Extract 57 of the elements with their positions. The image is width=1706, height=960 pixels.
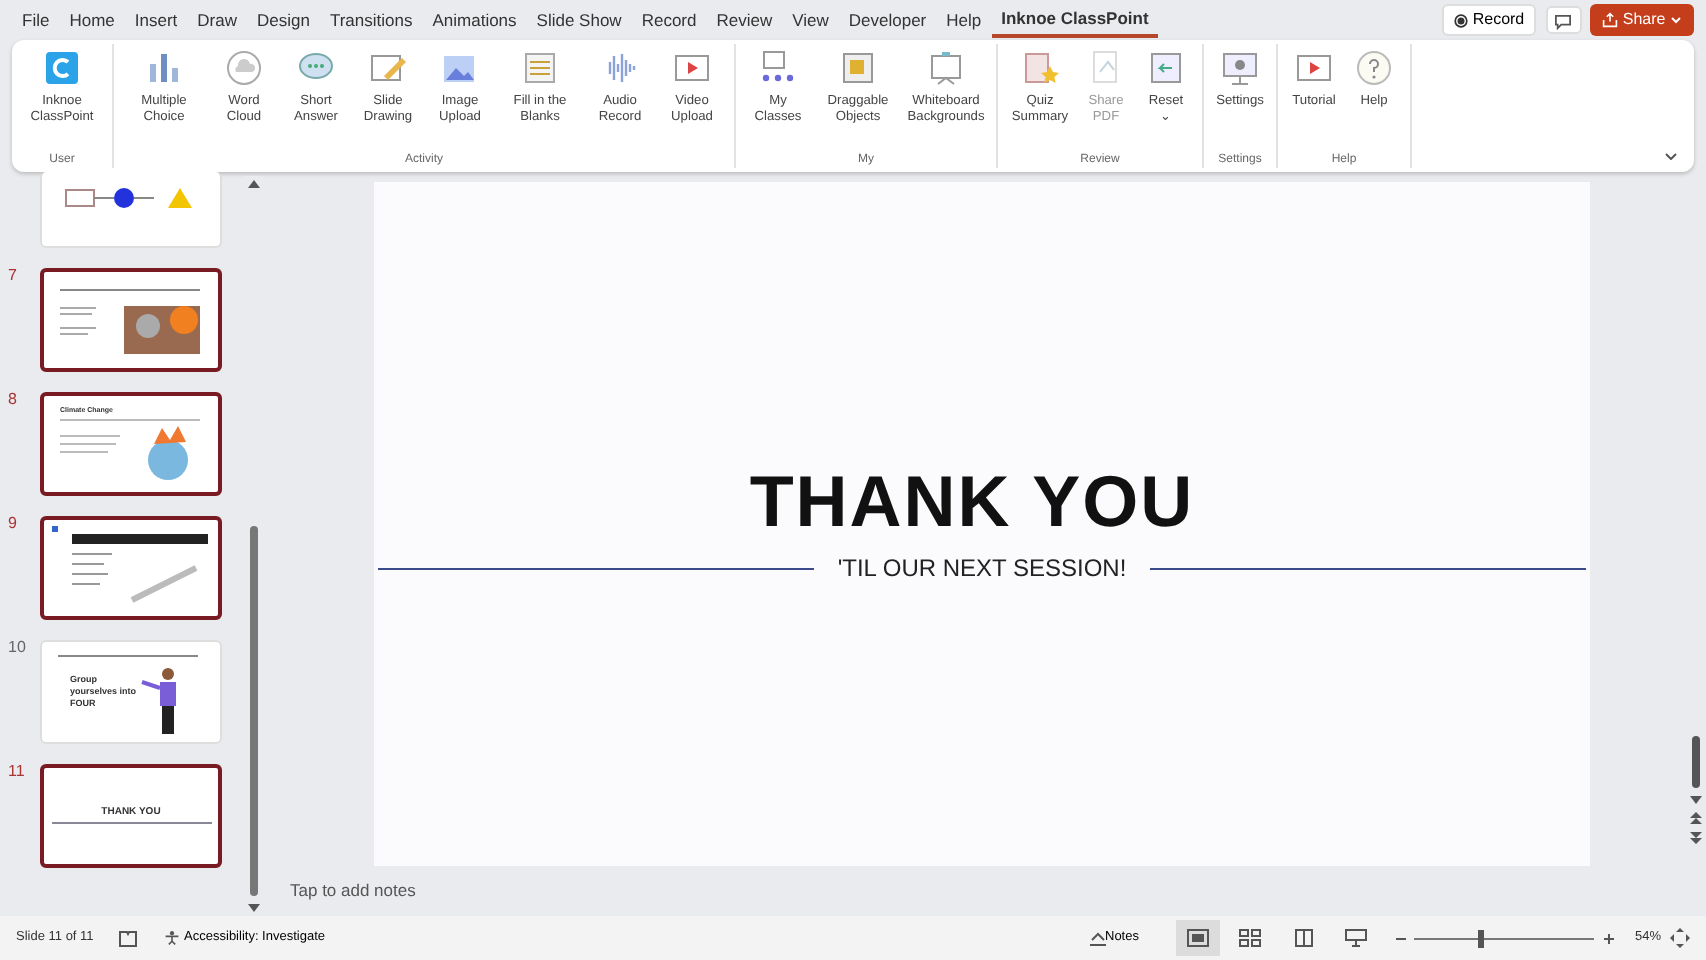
comments-button[interactable] <box>1545 6 1582 34</box>
ribbon-tab[interactable]: Insert <box>124 0 188 40</box>
caret-icon <box>1089 931 1105 945</box>
projector-icon <box>1344 927 1369 948</box>
record-icon <box>1454 13 1469 27</box>
help-icon <box>1354 48 1394 88</box>
normal-view-button[interactable] <box>1175 920 1220 956</box>
slide-subtitle: 'TIL OUR NEXT SESSION! <box>835 552 1129 586</box>
book-icon <box>1291 927 1316 948</box>
plus-icon[interactable] <box>1603 933 1614 943</box>
scrollbar-thumb[interactable] <box>250 526 258 896</box>
zoom-slider-thumb[interactable] <box>1477 929 1484 947</box>
book-icon[interactable] <box>118 929 139 947</box>
classpoint-logo-icon <box>42 48 82 88</box>
ribbon-tab[interactable]: Animations <box>422 0 527 40</box>
bar-chart-icon <box>144 48 184 88</box>
share-button[interactable]: Share <box>1590 4 1694 36</box>
slide-number: 11 <box>8 760 25 784</box>
minus-icon[interactable] <box>1395 933 1406 943</box>
ribbon-tab[interactable]: Developer <box>838 0 937 40</box>
quiz-icon <box>1020 48 1060 88</box>
scroll-up-icon[interactable] <box>248 178 260 190</box>
ribbon-tab[interactable]: Design <box>247 0 320 40</box>
slide-number: 7 <box>8 264 17 288</box>
next-slide-icon[interactable] <box>1690 832 1702 844</box>
lines-icon <box>520 48 560 88</box>
ribbon-tab[interactable]: Transitions <box>319 0 423 40</box>
fit-to-window-icon[interactable] <box>1670 928 1690 948</box>
scrollbar-thumb[interactable] <box>1692 736 1700 788</box>
ribbon-tab[interactable]: Review <box>706 0 783 40</box>
grid-icon <box>1238 927 1263 948</box>
previous-slide-icon[interactable] <box>1690 812 1702 824</box>
record-button[interactable]: Record <box>1442 4 1537 36</box>
normal-view-icon <box>1185 927 1210 948</box>
ribbon-tab[interactable]: File <box>12 0 60 40</box>
chevron-down-icon[interactable] <box>1664 152 1678 160</box>
square-icon <box>838 48 878 88</box>
ribbon-tab[interactable]: Help <box>936 0 992 40</box>
share-icon <box>1602 12 1619 28</box>
slide-number: 10 <box>8 636 26 660</box>
person-icon <box>163 930 180 946</box>
slide-number: 8 <box>8 388 17 412</box>
scroll-down-icon[interactable] <box>1690 794 1702 806</box>
ribbon-tab[interactable]: Home <box>59 0 125 40</box>
ribbon-tab[interactable]: Draw <box>187 0 247 40</box>
slide-title: THANK YOU <box>747 462 1197 542</box>
reset-icon <box>1146 48 1186 88</box>
ribbon-tab[interactable]: View <box>782 0 839 40</box>
notes-field[interactable]: Tap to add notes <box>270 866 1686 916</box>
caret-icon <box>1670 16 1682 24</box>
ribbon-tab[interactable]: Record <box>631 0 707 40</box>
whiteboard-icon <box>926 48 966 88</box>
ribbon-tab[interactable]: Slide Show <box>526 0 632 40</box>
cloud-icon <box>224 48 264 88</box>
settings-icon <box>1220 48 1260 88</box>
slide-number: 9 <box>8 512 17 536</box>
comment-icon <box>1554 13 1573 30</box>
